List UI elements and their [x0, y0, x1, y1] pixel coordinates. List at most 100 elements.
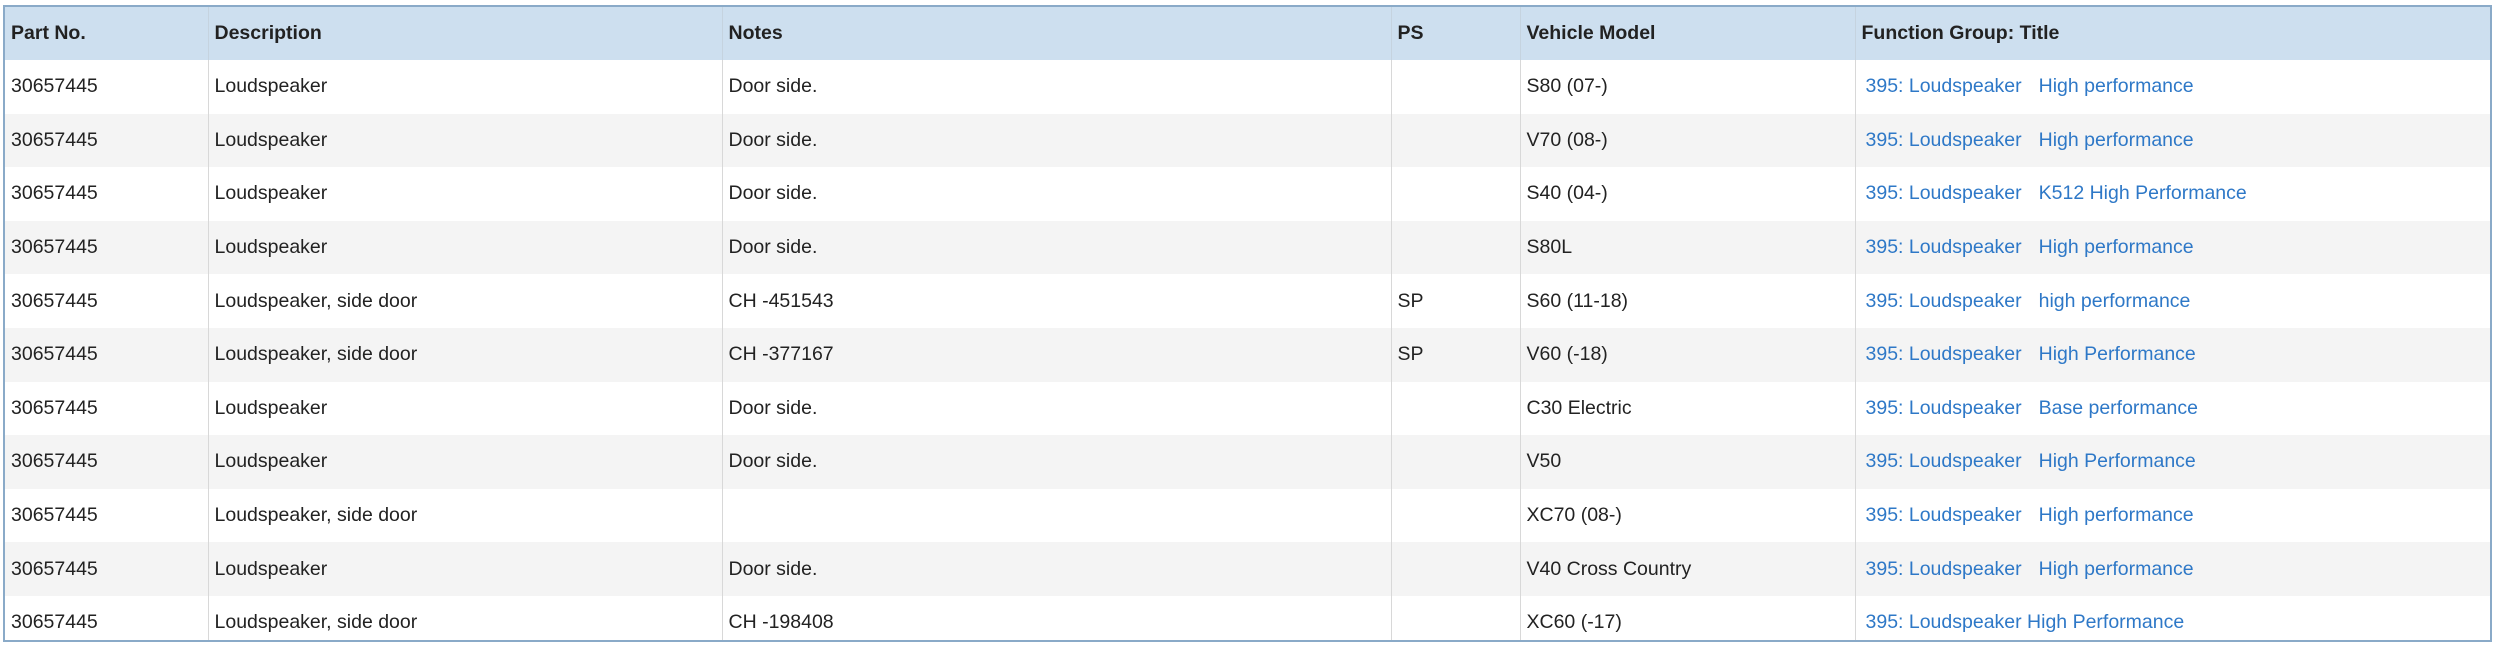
cell-notes: Door side. [721, 60, 1391, 114]
title-link[interactable]: High performance [2039, 129, 2194, 151]
title-link[interactable]: High Performance [2039, 343, 2196, 365]
cell-ps [1390, 595, 1520, 640]
title-link[interactable]: High Performance [2039, 450, 2196, 472]
cell-function-group: 395: Loudspeaker high performance [1854, 274, 2490, 328]
table-header: Part No. Description Notes PS Vehicle Mo… [5, 7, 2490, 60]
title-link[interactable]: high performance [2039, 290, 2191, 312]
function-group-link[interactable]: 395: Loudspeaker [1866, 504, 2022, 526]
header-function-group[interactable]: Function Group: Title [1854, 7, 2490, 60]
title-link[interactable]: High performance [2039, 558, 2194, 580]
cell-notes: Door side. [721, 435, 1391, 489]
function-group-link[interactable]: 395: Loudspeaker [1866, 450, 2022, 472]
parts-table-container: Part No. Description Notes PS Vehicle Mo… [3, 5, 2492, 642]
cell-part-no: 30657445 [11, 396, 98, 419]
title-link[interactable]: Base performance [2039, 397, 2198, 419]
cell-part-no: 30657445 [11, 289, 98, 312]
title-link[interactable]: High performance [2039, 75, 2194, 97]
cell-part-no: 30657445 [11, 343, 98, 366]
cell-ps [1390, 542, 1520, 596]
cell-vehicle-model: S80L [1519, 220, 1855, 275]
header-ps[interactable]: PS [1390, 7, 1520, 60]
table-row: 30657445 Loudspeaker Door side. S80L 395… [5, 220, 2490, 275]
cell-part-no: 30657445 [11, 504, 98, 527]
table-row: 30657445 Loudspeaker Door side. C30 Elec… [5, 381, 2490, 436]
cell-ps: SP [1390, 327, 1520, 382]
function-group-link[interactable]: 395: Loudspeaker [1866, 558, 2022, 580]
cell-description: Loudspeaker, side door [207, 274, 722, 328]
cell-notes: Door side. [721, 113, 1391, 168]
cell-vehicle-model: XC60 (-17) [1519, 595, 1855, 640]
function-group-link[interactable]: 395: Loudspeaker [1866, 290, 2022, 312]
cell-vehicle-model: V70 (08-) [1519, 113, 1855, 168]
cell-description: Loudspeaker [207, 542, 722, 596]
table-body: 30657445 Loudspeaker Door side. S80 (07-… [5, 60, 2490, 640]
cell-ps: SP [1390, 274, 1520, 328]
header-notes[interactable]: Notes [721, 7, 1391, 60]
cell-part-no: 30657445 [11, 611, 98, 634]
cell-description: Loudspeaker [207, 167, 722, 221]
function-group-link[interactable]: 395: Loudspeaker [1866, 182, 2022, 204]
cell-notes: Door side. [721, 542, 1391, 596]
table-row: 30657445 Loudspeaker Door side. S40 (04-… [5, 167, 2490, 221]
function-group-link[interactable]: 395: Loudspeaker [1866, 129, 2022, 151]
cell-vehicle-model: V40 Cross Country [1519, 542, 1855, 596]
cell-part-no: 30657445 [11, 557, 98, 580]
cell-notes: Door side. [721, 381, 1391, 436]
cell-vehicle-model: C30 Electric [1519, 381, 1855, 436]
cell-ps [1390, 381, 1520, 436]
cell-description: Loudspeaker [207, 60, 722, 114]
cell-function-group: 395: Loudspeaker High Performance [1854, 595, 2490, 640]
header-vehicle-model[interactable]: Vehicle Model [1519, 7, 1855, 60]
table-row: 30657445 Loudspeaker Door side. S80 (07-… [5, 60, 2490, 114]
cell-vehicle-model: S60 (11-18) [1519, 274, 1855, 328]
function-group-link[interactable]: 395: Loudspeaker [1866, 75, 2022, 97]
cell-function-group: 395: Loudspeaker High performance [1854, 113, 2490, 168]
cell-function-group: 395: Loudspeaker High Performance [1854, 327, 2490, 382]
function-group-link[interactable]: 395: Loudspeaker [1866, 343, 2022, 365]
table-row: 30657445 Loudspeaker Door side. V40 Cros… [5, 542, 2490, 596]
cell-vehicle-model: S80 (07-) [1519, 60, 1855, 114]
header-part-no[interactable]: Part No. [5, 7, 208, 60]
cell-ps [1390, 113, 1520, 168]
table-row: 30657445 Loudspeaker Door side. V50 395:… [5, 435, 2490, 489]
cell-notes: CH -377167 [721, 327, 1391, 382]
function-group-link[interactable]: 395: Loudspeaker [1866, 236, 2022, 258]
cell-function-group: 395: Loudspeaker High performance [1854, 542, 2490, 596]
cell-vehicle-model: V50 [1519, 435, 1855, 489]
parts-table: Part No. Description Notes PS Vehicle Mo… [5, 7, 2490, 640]
function-group-link[interactable]: 395: Loudspeaker High Performance [1866, 611, 2185, 633]
cell-notes: Door side. [721, 167, 1391, 221]
cell-description: Loudspeaker, side door [207, 327, 722, 382]
cell-ps [1390, 220, 1520, 275]
title-link[interactable]: K512 High Performance [2039, 182, 2247, 204]
cell-description: Loudspeaker, side door [207, 595, 722, 640]
cell-function-group: 395: Loudspeaker High performance [1854, 60, 2490, 114]
table-row: 30657445 Loudspeaker, side door XC70 (08… [5, 488, 2490, 543]
table-row: 30657445 Loudspeaker Door side. V70 (08-… [5, 113, 2490, 168]
cell-function-group: 395: Loudspeaker Base performance [1854, 381, 2490, 436]
title-link[interactable]: High performance [2039, 236, 2194, 258]
cell-description: Loudspeaker [207, 435, 722, 489]
cell-function-group: 395: Loudspeaker High Performance [1854, 435, 2490, 489]
table-row: 30657445 Loudspeaker, side door CH -1984… [5, 595, 2490, 640]
header-row: Part No. Description Notes PS Vehicle Mo… [5, 7, 2490, 60]
cell-notes: CH -198408 [721, 595, 1391, 640]
cell-vehicle-model: V60 (-18) [1519, 327, 1855, 382]
cell-notes: Door side. [721, 220, 1391, 275]
cell-vehicle-model: XC70 (08-) [1519, 488, 1855, 543]
cell-part-no: 30657445 [11, 182, 98, 205]
table-row: 30657445 Loudspeaker, side door CH -3771… [5, 327, 2490, 382]
function-group-link[interactable]: 395: Loudspeaker [1866, 397, 2022, 419]
cell-notes [721, 488, 1391, 543]
cell-part-no: 30657445 [11, 236, 98, 259]
cell-function-group: 395: Loudspeaker K512 High Performance [1854, 167, 2490, 221]
cell-part-no: 30657445 [11, 450, 98, 473]
cell-notes: CH -451543 [721, 274, 1391, 328]
cell-part-no: 30657445 [11, 128, 98, 151]
cell-function-group: 395: Loudspeaker High performance [1854, 488, 2490, 543]
cell-function-group: 395: Loudspeaker High performance [1854, 220, 2490, 275]
cell-description: Loudspeaker [207, 381, 722, 436]
header-description[interactable]: Description [207, 7, 722, 60]
title-link[interactable]: High performance [2039, 504, 2194, 526]
cell-vehicle-model: S40 (04-) [1519, 167, 1855, 221]
